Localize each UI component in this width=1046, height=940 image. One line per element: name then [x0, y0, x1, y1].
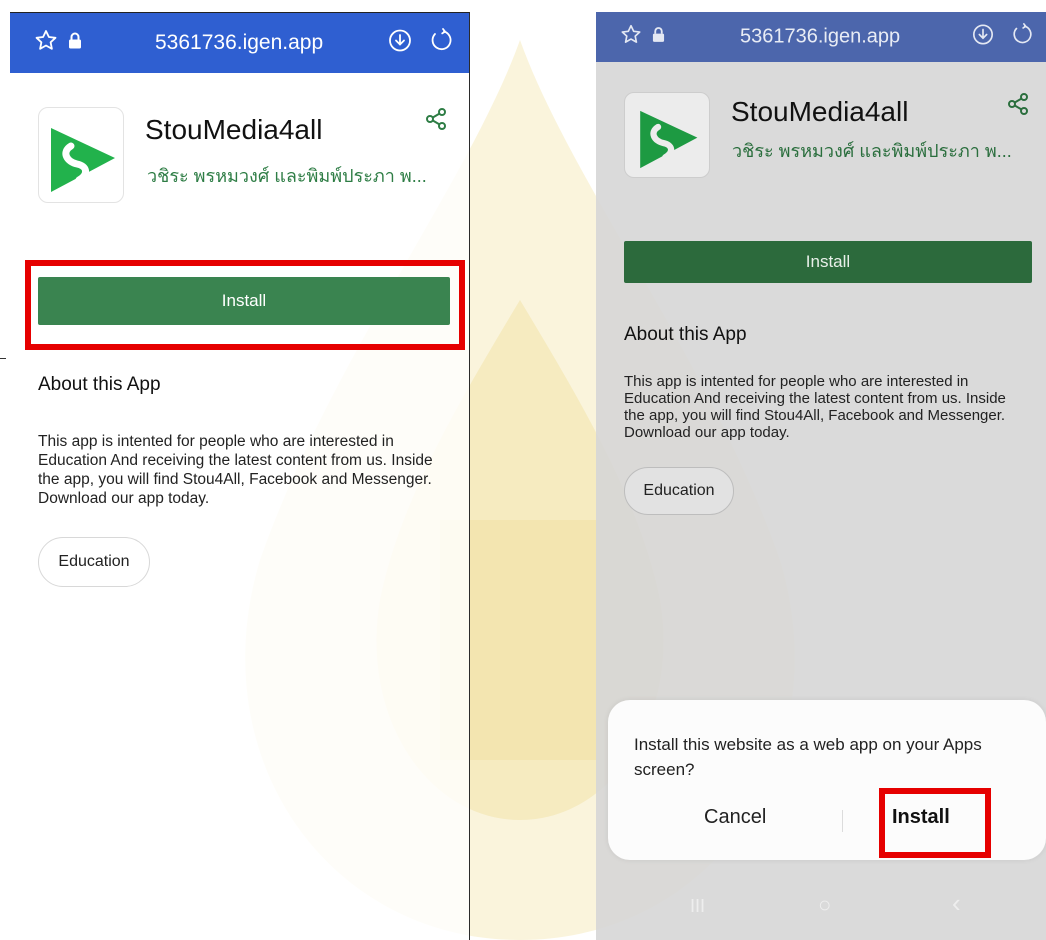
app-name: StouMedia4all [145, 114, 323, 145]
phone-screen-right: 5361736.igen.app StouMedia4all วชิระ พรห… [596, 12, 1046, 940]
category-tag[interactable]: Education [38, 537, 150, 587]
app-logo-icon [624, 92, 710, 178]
dialog-install-button[interactable]: Install [892, 806, 950, 829]
app-name: StouMedia4all [731, 96, 909, 127]
dialog-divider [842, 810, 843, 832]
home-button[interactable]: ○ [818, 892, 831, 918]
install-dialog: Install this website as a web app on you… [608, 700, 1046, 860]
star-icon[interactable] [34, 29, 58, 58]
back-button[interactable]: ‹ [952, 888, 961, 919]
install-button[interactable]: Install [38, 277, 450, 325]
star-icon[interactable] [620, 24, 642, 51]
system-nav-bar: III ○ ‹ [596, 880, 1046, 940]
phone-screen-left: 5361736.igen.app StouMedia4all วชิระ พรห… [10, 12, 470, 940]
developer-name: วชิระ พรหมวงศ์ และพิมพ์ประภา พ... [732, 141, 1012, 161]
app-logo-icon [38, 107, 124, 203]
url-text[interactable]: 5361736.igen.app [155, 31, 323, 55]
dialog-cancel-button[interactable]: Cancel [704, 806, 766, 829]
about-title: About this App [624, 324, 747, 345]
reload-icon[interactable] [1010, 23, 1034, 52]
share-icon[interactable] [424, 107, 448, 136]
install-button[interactable]: Install [624, 241, 1032, 283]
app-description: This app is intented for people who are … [624, 373, 1006, 441]
share-icon[interactable] [1006, 92, 1030, 121]
url-text[interactable]: 5361736.igen.app [740, 26, 900, 49]
browser-address-bar: 5361736.igen.app [10, 13, 469, 73]
lock-icon [652, 26, 665, 48]
dialog-message: Install this website as a web app on you… [634, 735, 982, 779]
app-description: This app is intented for people who are … [38, 433, 433, 507]
lock-icon [68, 32, 82, 55]
about-title: About this App [38, 374, 161, 395]
edge-mark [0, 358, 6, 359]
download-icon[interactable] [388, 29, 412, 58]
recent-apps-button[interactable]: III [690, 896, 705, 917]
browser-address-bar: 5361736.igen.app [596, 12, 1046, 62]
developer-name: วชิระ พรหมวงศ์ และพิมพ์ประภา พ... [147, 166, 427, 186]
download-icon[interactable] [972, 24, 994, 51]
reload-icon[interactable] [428, 28, 454, 59]
category-tag[interactable]: Education [624, 467, 734, 515]
